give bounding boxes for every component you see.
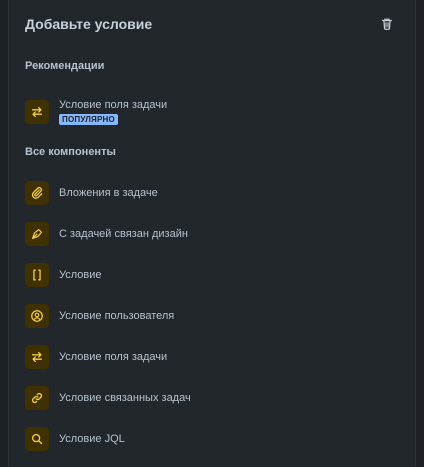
component-item-related-issues[interactable]: Условие связанных задач — [25, 382, 399, 414]
trash-icon — [382, 18, 392, 30]
delete-button[interactable] — [375, 12, 399, 36]
component-item-linked-design[interactable]: С задачей связан дизайн — [25, 218, 399, 250]
panel-header: Добавьте условие — [9, 0, 415, 48]
component-item-attachments[interactable]: Вложения в задаче — [25, 177, 399, 209]
item-label: Условие поля задачи — [59, 351, 168, 363]
component-item-user-condition[interactable]: Условие пользователя — [25, 300, 399, 332]
item-label: Условие поля задачи — [59, 99, 168, 111]
user-circle-icon — [25, 304, 49, 328]
braces-icon — [25, 263, 49, 287]
item-label: Условие связанных задач — [59, 392, 191, 404]
swap-icon — [25, 345, 49, 369]
item-label: Условие пользователя — [59, 310, 175, 322]
popular-badge: ПОПУЛЯРНО — [59, 114, 118, 125]
search-icon — [25, 427, 49, 451]
swap-icon — [25, 100, 49, 124]
item-label: С задачей связан дизайн — [59, 228, 188, 240]
pen-tool-icon — [25, 222, 49, 246]
component-item-issue-field-condition[interactable]: Условие поля задачи — [25, 341, 399, 373]
panel-title: Добавьте условие — [25, 16, 153, 32]
item-label: Условие JQL — [59, 433, 125, 445]
recommended-item-issue-field-condition[interactable]: Условие поля задачи ПОПУЛЯРНО — [25, 95, 399, 129]
item-label: Вложения в задаче — [59, 187, 158, 199]
component-item-jql-condition[interactable]: Условие JQL — [25, 423, 399, 455]
link-icon — [25, 386, 49, 410]
components-heading: Все компоненты — [25, 146, 116, 158]
component-item-condition[interactable]: Условие — [25, 259, 399, 291]
recommendations-heading: Рекомендации — [25, 60, 105, 72]
paperclip-icon — [25, 181, 49, 205]
add-condition-panel: Добавьте условие Рекомендации Условие по… — [8, 0, 416, 467]
item-label: Условие — [59, 269, 102, 281]
